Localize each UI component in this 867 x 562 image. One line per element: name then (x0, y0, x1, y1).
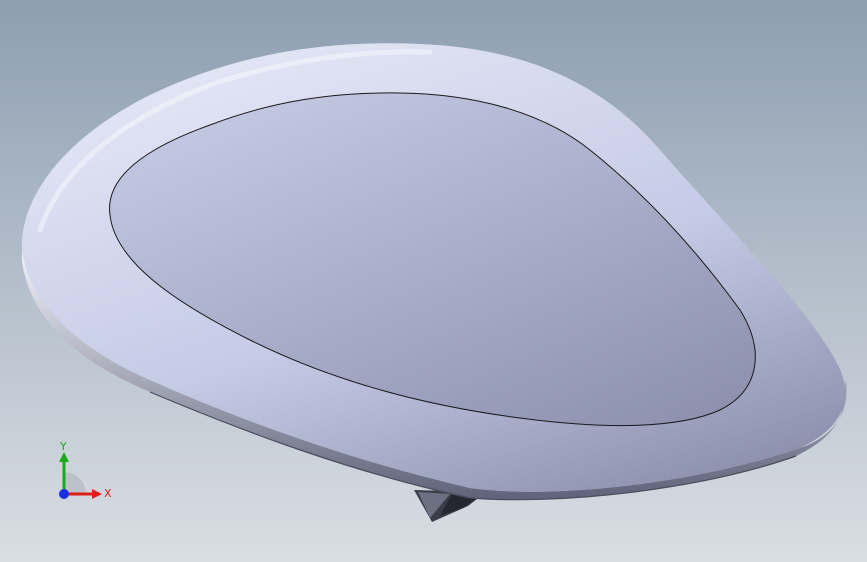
orientation-triad[interactable]: Y X (46, 436, 116, 512)
z-axis-dot (59, 489, 69, 499)
graphics-viewport[interactable]: Y X (0, 0, 867, 562)
y-axis-label: Y (59, 440, 67, 453)
x-axis-arrow (92, 489, 102, 499)
model-canvas[interactable] (0, 0, 867, 562)
y-axis-arrow (59, 452, 69, 462)
x-axis-label: X (104, 487, 112, 500)
